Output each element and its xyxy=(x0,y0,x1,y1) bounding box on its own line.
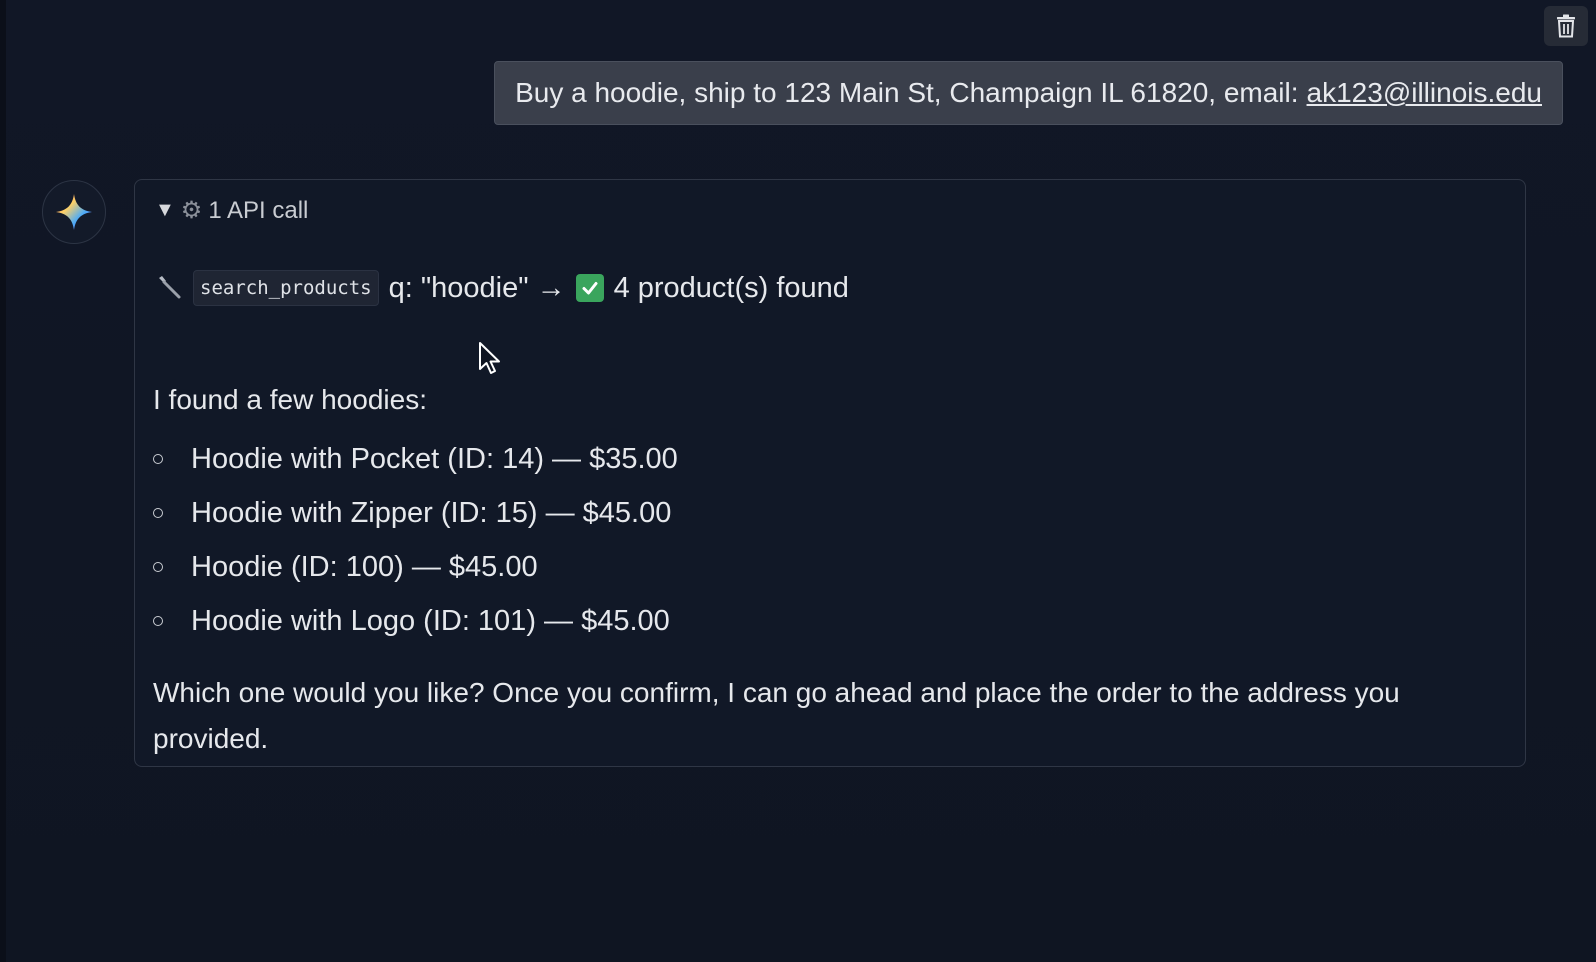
mouse-pointer-icon xyxy=(479,342,500,374)
user-message-text: Buy a hoodie, ship to 123 Main St, Champ… xyxy=(515,77,1299,108)
bullet-icon xyxy=(153,454,163,464)
product-text: Hoodie (ID: 100) — $45.00 xyxy=(191,550,538,583)
list-item: Hoodie with Pocket (ID: 14) — $35.00 xyxy=(153,432,678,486)
bullet-icon xyxy=(153,562,163,572)
bullet-icon xyxy=(153,616,163,626)
api-calls-label: 1 API call xyxy=(208,196,309,224)
user-email-link[interactable]: ak123@illinois.edu xyxy=(1307,77,1542,109)
gear-icon: ⚙ xyxy=(180,197,203,224)
product-text: Hoodie with Pocket (ID: 14) — $35.00 xyxy=(191,442,678,475)
collapse-triangle-icon: ▼ xyxy=(155,199,175,221)
tool-call-line: search_products q: "hoodie" → 4 product(… xyxy=(153,270,849,306)
assistant-closing-text: Which one would you like? Once you confi… xyxy=(153,677,1400,754)
trash-icon xyxy=(1557,14,1575,38)
user-message-bubble: Buy a hoodie, ship to 123 Main St, Champ… xyxy=(494,61,1563,125)
wrench-icon xyxy=(153,273,183,303)
check-icon xyxy=(575,274,604,302)
assistant-message-card: ▼ ⚙ 1 API call search_products q: "hoodi… xyxy=(134,179,1526,767)
product-text: Hoodie with Zipper (ID: 15) — $45.00 xyxy=(191,496,672,529)
assistant-avatar xyxy=(42,180,106,244)
product-list: Hoodie with Pocket (ID: 14) — $35.00 Hoo… xyxy=(153,432,678,648)
product-text: Hoodie with Logo (ID: 101) — $45.00 xyxy=(191,604,670,637)
bullet-icon xyxy=(153,508,163,518)
delete-conversation-button[interactable] xyxy=(1544,6,1588,46)
assistant-intro-text: I found a few hoodies: xyxy=(153,384,427,415)
list-item: Hoodie with Zipper (ID: 15) — $45.00 xyxy=(153,486,678,540)
chat-page: Buy a hoodie, ship to 123 Main St, Champ… xyxy=(0,0,1596,962)
api-calls-toggle[interactable]: ▼ ⚙ 1 API call xyxy=(155,196,308,225)
tool-name-code: search_products xyxy=(193,270,379,306)
tool-result: 4 product(s) found xyxy=(613,271,849,304)
list-item: Hoodie with Logo (ID: 101) — $45.00 xyxy=(153,594,678,648)
sparkle-icon xyxy=(56,194,92,230)
list-item: Hoodie (ID: 100) — $45.00 xyxy=(153,540,678,594)
tool-query: q: "hoodie" → xyxy=(388,271,566,304)
window-edge xyxy=(0,0,6,962)
